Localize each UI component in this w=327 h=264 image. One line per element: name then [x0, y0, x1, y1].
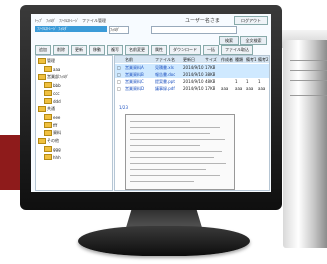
tower-vent	[290, 60, 327, 61]
preview-line	[130, 175, 220, 176]
path-select-value: ﾌｫﾙﾀﾞ	[110, 27, 120, 32]
tree-item[interactable]: ggg	[44, 146, 61, 152]
monitor-stand-base	[78, 226, 250, 256]
folder-tree: 管理 aaa 営業部ﾌｫﾙﾀﾞ bbb ccc ddd 共通 eee fff 資…	[35, 55, 113, 191]
folder-icon	[44, 90, 52, 96]
toolbar-button[interactable]: ファイル取込	[221, 45, 253, 55]
pager[interactable]: 1/23	[119, 105, 128, 110]
folder-icon	[38, 106, 46, 112]
preview-line	[130, 157, 214, 158]
search-button[interactable]: 検索	[219, 36, 239, 45]
tree-item[interactable]: fff	[44, 122, 57, 128]
toolbar: 追加 削除 更新 移動 複写 名前変更 属性 ダウンロード 一括 ファイル取込	[35, 45, 253, 55]
column-header[interactable]: 備考2	[258, 57, 269, 63]
preview-line	[130, 163, 226, 164]
folder-icon	[38, 138, 46, 144]
tower-vent	[290, 80, 327, 81]
column-header[interactable]: 備考1	[246, 57, 257, 63]
column-header[interactable]: サイズ	[205, 57, 217, 63]
column-header[interactable]: ファイル名	[155, 57, 175, 63]
tree-item[interactable]: 営業部ﾌｫﾙﾀﾞ	[38, 74, 69, 80]
preview-line	[130, 169, 206, 170]
toolbar-button[interactable]: 追加	[35, 45, 51, 55]
preview-line	[130, 121, 190, 122]
column-header[interactable]: 作成者	[221, 57, 233, 63]
path-select[interactable]: ﾌｫﾙﾀﾞ	[109, 26, 129, 34]
tower-vent	[290, 70, 327, 71]
tree-item[interactable]: bbb	[44, 82, 61, 88]
table-header-row: 名前 ファイル名 更新日 サイズ 作成者 種類 備考1 備考2	[115, 56, 269, 63]
table-row[interactable]: □ 営業資料D 議事録.pdf 2014/9/10 17KB aaa aaa a…	[115, 85, 269, 92]
folder-icon	[44, 66, 52, 72]
column-header[interactable]: 名前	[125, 57, 133, 63]
user-name-label: ユーザー名さま	[185, 18, 220, 24]
tree-item[interactable]: その他	[38, 138, 59, 144]
tree-item[interactable]: 管理	[38, 58, 55, 64]
folder-icon	[44, 98, 52, 104]
pc-tower	[283, 40, 327, 248]
tree-item[interactable]: 資料	[44, 130, 61, 136]
folder-icon	[38, 74, 46, 80]
monitor-screen: ﾄｯﾌﾟ ﾌｫﾙﾀﾞ ﾌｧｲﾙｽﾄﾚｰｼﾞ ファイル管理 ユーザー名さま ログア…	[31, 14, 271, 192]
tree-item[interactable]: ddd	[44, 98, 61, 104]
fulltext-search-button[interactable]: 全文検索	[240, 36, 267, 45]
tree-item[interactable]: aaa	[44, 66, 60, 72]
app-menubar: ﾄｯﾌﾟ ﾌｫﾙﾀﾞ ﾌｧｲﾙｽﾄﾚｰｼﾞ ファイル管理	[35, 18, 106, 24]
toolbar-button[interactable]: 一括	[203, 45, 219, 55]
preview-line	[130, 181, 194, 182]
toolbar-button[interactable]: 属性	[151, 45, 167, 55]
tree-item[interactable]: hhh	[44, 154, 61, 160]
preview-line	[130, 139, 225, 140]
toolbar-button[interactable]: 更新	[71, 45, 87, 55]
tower-vent	[290, 95, 327, 96]
folder-icon	[44, 82, 52, 88]
toolbar-button[interactable]: 名前変更	[125, 45, 149, 55]
toolbar-button[interactable]: 削除	[53, 45, 69, 55]
logout-button[interactable]: ログアウト	[234, 16, 268, 25]
folder-icon	[44, 154, 52, 160]
menu-item[interactable]: ファイル管理	[82, 18, 106, 24]
preview-line	[130, 127, 220, 128]
tree-item[interactable]: 共通	[38, 106, 55, 112]
table-row[interactable]: □ 営業資料C 提案書.ppt 2014/9/10 48KB 1 1 1	[115, 78, 269, 85]
folder-icon	[44, 122, 52, 128]
toolbar-button[interactable]: ダウンロード	[169, 45, 201, 55]
tree-item[interactable]: ccc	[44, 90, 60, 96]
preview-line	[130, 151, 222, 152]
folder-icon	[44, 114, 52, 120]
menu-item[interactable]: ﾌｫﾙﾀﾞ	[46, 18, 56, 24]
folder-icon	[44, 146, 52, 152]
preview-line	[130, 145, 200, 146]
file-list: 名前 ファイル名 更新日 サイズ 作成者 種類 備考1 備考2 □ 営業資料A …	[114, 55, 270, 191]
preview-line	[130, 133, 210, 134]
table-row[interactable]: □ 営業資料A 見積書.xls 2014/9/10 17KB	[115, 64, 269, 71]
toolbar-button[interactable]: 移動	[89, 45, 105, 55]
table-row[interactable]: □ 営業資料B 報告書.doc 2014/9/10 38KB	[115, 71, 269, 78]
path-field[interactable]: ﾌｧｲﾙｽﾄﾚｰｼﾞ ﾌｫﾙﾀﾞ	[35, 26, 107, 32]
tree-item[interactable]: eee	[44, 114, 60, 120]
document-preview-overlay	[125, 114, 235, 190]
column-header[interactable]: 更新日	[183, 57, 195, 63]
column-header[interactable]: 種類	[235, 57, 243, 63]
menu-item[interactable]: ﾌｧｲﾙｽﾄﾚｰｼﾞ	[59, 18, 79, 24]
toolbar-button[interactable]: 複写	[107, 45, 123, 55]
search-input[interactable]	[151, 26, 237, 34]
folder-icon	[44, 130, 52, 136]
menu-item[interactable]: ﾄｯﾌﾟ	[35, 18, 43, 24]
folder-icon	[38, 58, 46, 64]
